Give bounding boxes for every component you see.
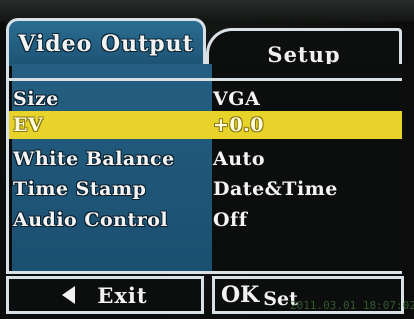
setting-value: Off	[213, 209, 248, 231]
ok-label: OK	[221, 282, 260, 308]
left-triangle-icon	[62, 286, 76, 304]
setting-row-ev[interactable]: EV +0.0	[9, 111, 402, 139]
setting-label: White Balance	[13, 148, 175, 170]
setting-label: EV	[13, 114, 44, 136]
setting-row-white-balance[interactable]: White Balance Auto	[9, 145, 402, 173]
overlay-timestamp: 2011.03.01 18:07:02	[290, 299, 414, 312]
setting-value: VGA	[213, 88, 261, 110]
setting-value: Date&Time	[213, 178, 338, 200]
setting-label: Audio Control	[13, 209, 169, 231]
tab-video-output[interactable]: Video Output	[6, 18, 206, 66]
setting-value: Auto	[213, 148, 266, 170]
setting-row-size[interactable]: Size VGA	[9, 85, 402, 113]
panel-divider	[6, 78, 402, 81]
setting-label: Size	[13, 88, 59, 110]
exit-label: Exit	[97, 282, 148, 308]
setting-row-time-stamp[interactable]: Time Stamp Date&Time	[9, 175, 402, 203]
setting-value: +0.0	[213, 114, 264, 136]
setting-label: Time Stamp	[13, 178, 147, 200]
exit-button[interactable]: Exit	[6, 276, 204, 314]
camera-menu-screen: Video Output Setup Size VGA EV +0.0 Whit…	[0, 0, 414, 319]
setting-row-audio-control[interactable]: Audio Control Off	[9, 206, 402, 234]
tab-video-output-label: Video Output	[18, 30, 194, 57]
